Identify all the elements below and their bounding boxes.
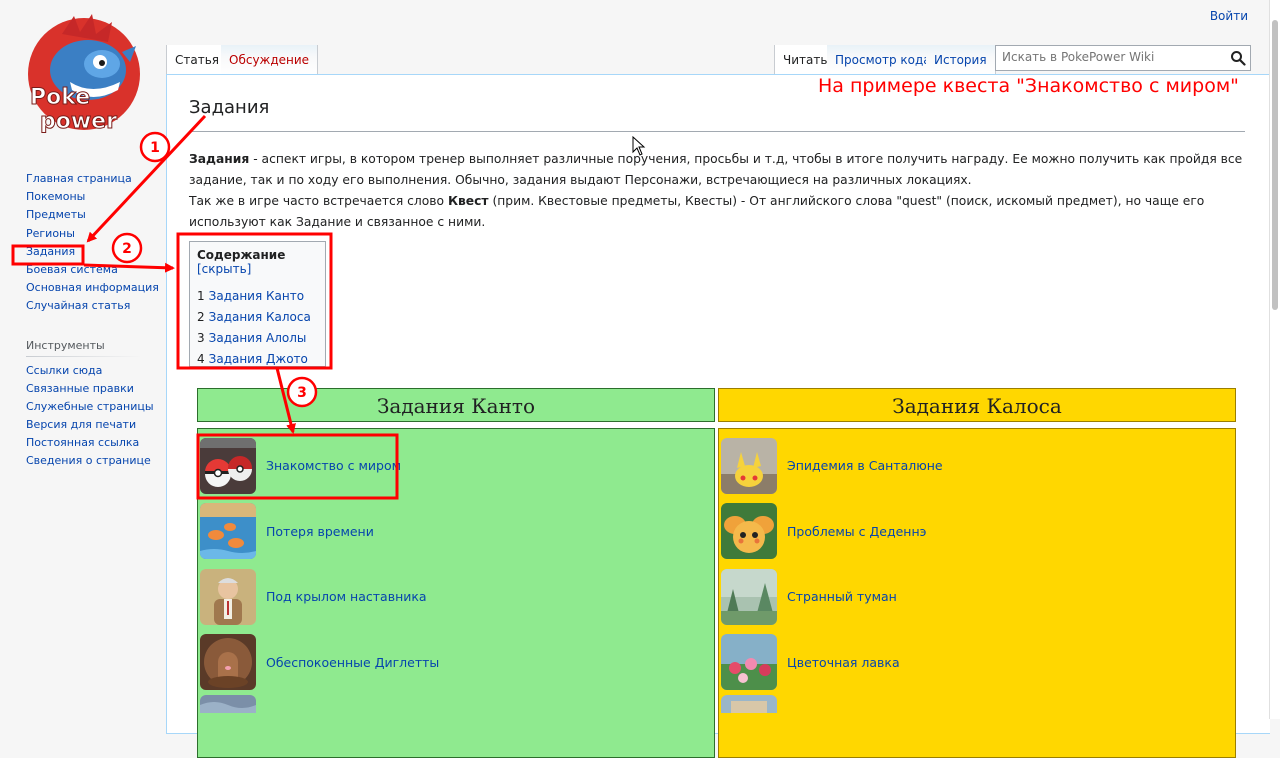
tools-item-related-changes[interactable]: Связанные правки [26, 380, 160, 398]
tab-view-source[interactable]: Просмотр кода [827, 45, 940, 75]
quest-row[interactable]: Обеспокоенные Диглетты [198, 630, 714, 696]
toc-toggle-link[interactable]: [скрыть] [197, 262, 251, 276]
quest-thumbnail[interactable] [721, 634, 777, 691]
toc-link-johto[interactable]: Задания Джото [209, 352, 308, 366]
intro-description: - аспект игры, в котором тренер выполняе… [189, 152, 1243, 187]
mouse-cursor-icon [632, 136, 646, 156]
quest-link[interactable]: Под крылом наставника [266, 589, 427, 604]
quest-row[interactable] [719, 695, 1235, 715]
quest-thumbnail[interactable] [200, 503, 256, 560]
quest-row[interactable]: Знакомство с миром [198, 433, 714, 499]
sidebar-navigation: Главная страница Покемоны Предметы Регио… [0, 170, 160, 316]
table-of-contents: Содержание [скрыть] 1 Задания Канто 2 Зада… [189, 241, 326, 367]
title-divider [189, 131, 1245, 132]
quest-thumbnail[interactable] [721, 437, 777, 494]
sidebar-tools: Ссылки сюда Связанные правки Служебные с… [0, 362, 160, 471]
intro-text: Задания - аспект игры, в котором тренер … [189, 149, 1249, 233]
quest-link[interactable]: Потеря времени [266, 524, 374, 539]
tools-item-special-pages[interactable]: Служебные страницы [26, 398, 160, 416]
quest-link[interactable]: Проблемы с Деденнэ [787, 524, 926, 539]
toc-link-alola[interactable]: Задания Алолы [209, 331, 307, 345]
quest-row[interactable]: Эпидемия в Санталюне [719, 433, 1235, 499]
toc-link-kalos[interactable]: Задания Калоса [209, 310, 311, 324]
toc-item: 3 Задания Алолы [197, 328, 318, 349]
logo-text-2: power [40, 109, 117, 134]
quest-row[interactable] [198, 695, 714, 715]
search-box [995, 45, 1251, 71]
quest-thumbnail[interactable] [200, 437, 256, 494]
content-area: Задания Задания - аспект игры, в котором… [166, 74, 1270, 758]
quest-link[interactable]: Обеспокоенные Диглетты [266, 655, 439, 670]
sidebar-item-basic-info[interactable]: Основная информация [26, 279, 160, 297]
toc-item-number: 1 [197, 289, 205, 303]
tools-item-permalink[interactable]: Постоянная ссылка [26, 434, 160, 452]
tab-article[interactable]: Статья [166, 45, 229, 75]
quest-row[interactable]: Цветочная лавка [719, 630, 1235, 696]
kanto-quests-table: Задания Канто Знакомство с миром Потеря … [197, 388, 715, 758]
sidebar-item-main-page[interactable]: Главная страница [26, 170, 160, 188]
sidebar-item-quests[interactable]: Задания [26, 243, 160, 261]
scrollbar[interactable] [1269, 0, 1280, 719]
quest-row[interactable]: Проблемы с Деденнэ [719, 499, 1235, 565]
intro-paragraph-1: Задания - аспект игры, в котором тренер … [189, 149, 1249, 191]
intro2-before: Так же в игре часто встречается слово [189, 194, 448, 208]
toc-item-number: 3 [197, 331, 205, 345]
search-input[interactable] [996, 46, 1228, 68]
toc-link-kanto[interactable]: Задания Канто [209, 289, 304, 303]
marker-1-label: 1 [150, 140, 160, 156]
tab-history[interactable]: История [926, 45, 996, 75]
toc-item: 1 Задания Канто [197, 286, 318, 307]
page-title: Задания [189, 97, 270, 118]
quest-link[interactable]: Знакомство с миром [266, 458, 401, 473]
quest-thumbnail[interactable] [721, 568, 777, 625]
kanto-quest-list: Знакомство с миром Потеря времени Под кр… [197, 428, 715, 758]
toc-heading-row: Содержание [скрыть] [197, 248, 318, 276]
kalos-heading: Задания Калоса [718, 388, 1236, 422]
intro-term: Задания [189, 152, 250, 166]
quest-thumbnail[interactable] [200, 568, 256, 625]
logo-image: Poke power [28, 14, 140, 135]
toc-heading: Содержание [197, 248, 286, 262]
tools-heading: Инструменты [26, 338, 141, 357]
tools-item-what-links-here[interactable]: Ссылки сюда [26, 362, 160, 380]
sidebar-item-battle-system[interactable]: Боевая система [26, 261, 160, 279]
quest-thumbnail[interactable] [721, 503, 777, 560]
tools-item-printable[interactable]: Версия для печати [26, 416, 160, 434]
quest-row[interactable]: Потеря времени [198, 499, 714, 565]
quest-link[interactable]: Странный туман [787, 589, 897, 604]
kalos-quest-list: Эпидемия в Санталюне Проблемы с Деденнэ … [718, 428, 1236, 758]
intro2-term: Квест [447, 194, 489, 208]
toc-item: 4 Задания Джото [197, 349, 318, 370]
quest-thumbnail[interactable] [200, 634, 256, 691]
sidebar-item-regions[interactable]: Регионы [26, 225, 160, 243]
site-logo[interactable]: Poke power [22, 12, 144, 136]
quest-row[interactable]: Странный туман [719, 564, 1235, 630]
toc-list: 1 Задания Канто 2 Задания Калоса 3 Задания … [197, 286, 318, 370]
sidebar-item-pokemon[interactable]: Покемоны [26, 188, 160, 206]
quest-link[interactable]: Эпидемия в Санталюне [787, 458, 943, 473]
toc-item: 2 Задания Калоса [197, 307, 318, 328]
sidebar-item-items[interactable]: Предметы [26, 206, 160, 224]
tab-talk[interactable]: Обсуждение [221, 45, 319, 75]
login-link[interactable]: Войти [1210, 9, 1248, 23]
intro-paragraph-2: Так же в игре часто встречается слово Кв… [189, 191, 1249, 233]
marker-1: 1 [139, 131, 171, 163]
sidebar-item-random-article[interactable]: Случайная статья [26, 297, 160, 315]
quest-row[interactable]: Под крылом наставника [198, 564, 714, 630]
sidebar: Главная страница Покемоны Предметы Регио… [0, 170, 160, 471]
kalos-quests-table: Задания Калоса Эпидемия в Санталюне Проб… [718, 388, 1236, 758]
quest-thumbnail[interactable] [200, 695, 256, 713]
search-icon[interactable] [1230, 50, 1246, 66]
toc-item-number: 4 [197, 352, 205, 366]
annotation-caption: На примере квеста "Знакомство с миром" [818, 75, 1239, 97]
quest-link[interactable]: Цветочная лавка [787, 655, 900, 670]
tools-item-page-info[interactable]: Сведения о странице [26, 452, 160, 470]
toc-item-number: 2 [197, 310, 205, 324]
logo-text-1: Poke [30, 85, 90, 110]
quest-thumbnail[interactable] [721, 695, 777, 713]
kanto-heading: Задания Канто [197, 388, 715, 422]
